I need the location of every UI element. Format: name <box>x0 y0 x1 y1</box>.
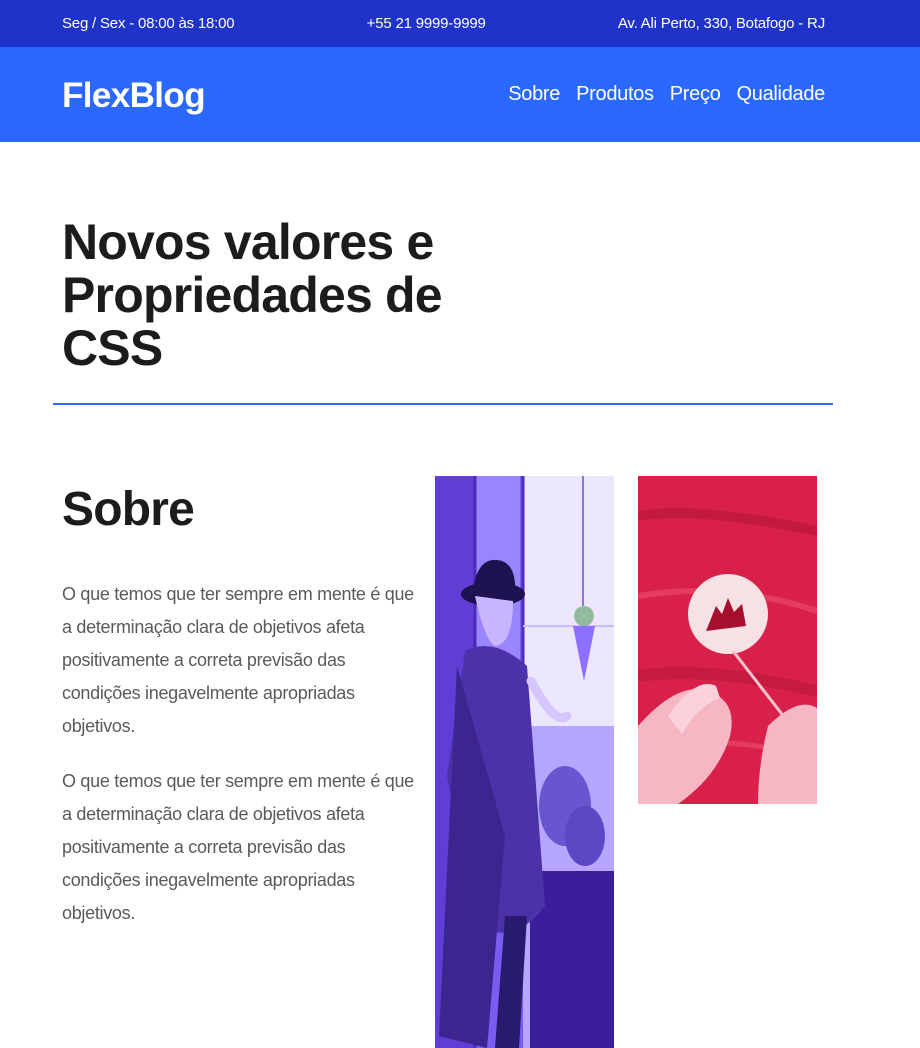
hero-title: Novos valores e Propriedades de CSS <box>62 214 443 376</box>
nav-link-qualidade[interactable]: Qualidade <box>737 83 826 106</box>
business-hours: Seg / Sex - 08:00 às 18:00 <box>62 15 235 32</box>
top-info-bar: Seg / Sex - 08:00 às 18:00 +55 21 9999-9… <box>0 0 920 47</box>
address: Av. Ali Perto, 330, Botafogo - RJ <box>617 15 825 32</box>
about-paragraph-2: O que temos que ter sempre em mente é qu… <box>62 771 414 923</box>
nav-link-sobre[interactable]: Sobre <box>508 83 560 106</box>
nav-link-preco[interactable]: Preço <box>670 83 721 106</box>
hands-painting-photo <box>638 476 817 804</box>
main-nav: Sobre Produtos Preço Qualidade <box>508 83 825 106</box>
about-paragraph-1: O que temos que ter sempre em mente é qu… <box>62 584 414 736</box>
nav-link-produtos[interactable]: Produtos <box>576 83 654 106</box>
about-heading: Sobre <box>62 483 195 536</box>
site-header: FlexBlog Sobre Produtos Preço Qualidade <box>0 47 920 142</box>
about-section: Sobre O que temos que ter sempre em ment… <box>0 405 920 1048</box>
about-text-block: Sobre O que temos que ter sempre em ment… <box>62 480 422 930</box>
woman-with-hat-photo <box>435 476 614 1048</box>
hero-section: Novos valores e Propriedades de CSS <box>0 142 920 375</box>
site-logo[interactable]: FlexBlog <box>62 76 206 116</box>
phone-number: +55 21 9999-9999 <box>366 15 486 32</box>
